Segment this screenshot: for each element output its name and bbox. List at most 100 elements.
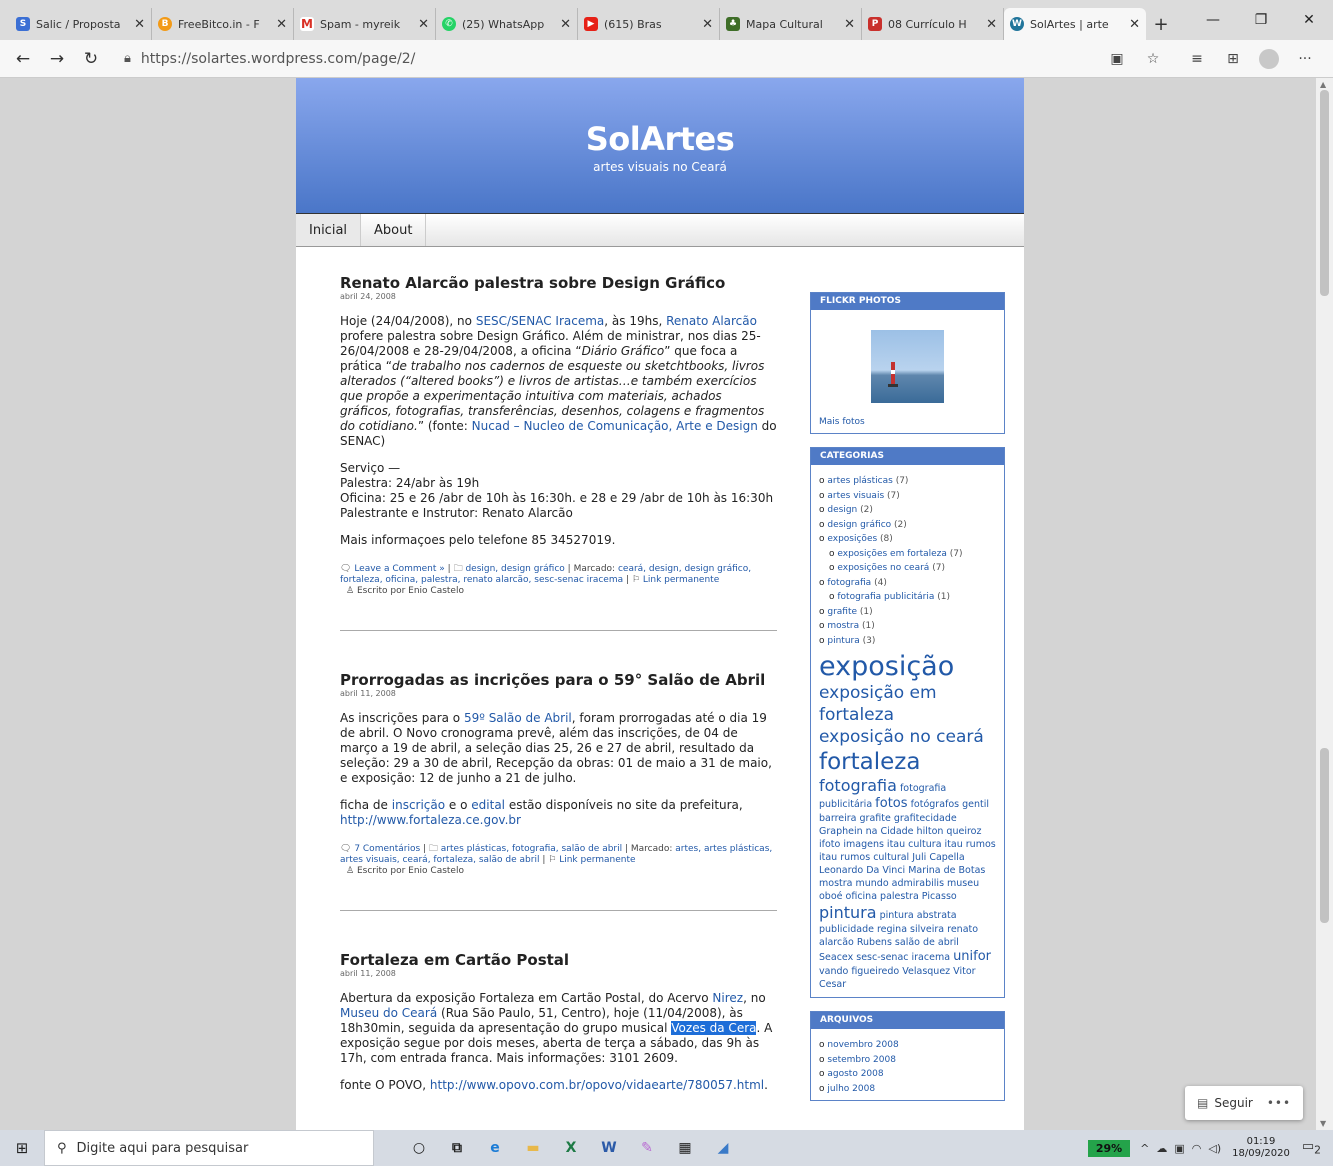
close-icon[interactable]: ✕	[560, 17, 571, 32]
profile-avatar[interactable]	[1251, 42, 1287, 76]
permalink-link[interactable]: Link permanente	[559, 855, 635, 865]
link-edital[interactable]: edital	[471, 798, 505, 812]
tab-freebitco[interactable]: B FreeBitco.in - F ✕	[152, 8, 294, 40]
tag-link[interactable]: pintura	[819, 903, 877, 922]
file-explorer-icon[interactable]: ▬	[514, 1130, 552, 1166]
categories-link[interactable]: artes plásticas, fotografia, salão de ab…	[441, 844, 622, 854]
read-aloud-icon[interactable]: ▣	[1099, 42, 1135, 76]
scroll-up-icon[interactable]: ▲	[1320, 80, 1326, 89]
notifications-icon[interactable]: ▭2	[1302, 1139, 1321, 1157]
close-icon[interactable]: ✕	[702, 17, 713, 32]
back-icon[interactable]: ←	[6, 42, 40, 76]
categories-link[interactable]: design, design gráfico	[465, 564, 564, 574]
link-nucad[interactable]: Nucad – Nucleo de Comunicação, Arte e De…	[472, 419, 758, 433]
comments-link[interactable]: 7 Comentários	[354, 844, 420, 854]
show-hidden-icons-icon[interactable]: ^	[1140, 1142, 1149, 1155]
link-salao-de-abril[interactable]: 59º Salão de Abril	[464, 711, 572, 725]
menu-item-about[interactable]: About	[361, 214, 427, 246]
more-menu-icon[interactable]: ···	[1287, 42, 1323, 76]
wifi-icon[interactable]: ◠	[1192, 1142, 1202, 1155]
tab-solartes[interactable]: W SolArtes | arte ✕	[1004, 8, 1146, 40]
app-icon[interactable]: ◢	[704, 1130, 742, 1166]
close-icon[interactable]: ✕	[276, 17, 287, 32]
vertical-scrollbar[interactable]: ▲ ▼	[1316, 78, 1333, 1130]
link-museu-do-ceara[interactable]: Museu do Ceará	[340, 1006, 437, 1020]
restore-icon[interactable]: ❐	[1237, 0, 1285, 40]
post-title[interactable]: Prorrogadas as incrições para o 59° Salã…	[340, 671, 777, 689]
close-icon[interactable]: ✕	[134, 17, 145, 32]
list-item: o exposições (8)	[819, 534, 893, 544]
link-inscricao[interactable]: inscrição	[392, 798, 445, 812]
refresh-icon[interactable]: ↻	[74, 42, 108, 76]
network-icon[interactable]: ▣	[1174, 1142, 1184, 1155]
tab-gmail[interactable]: M Spam - myreik ✕	[294, 8, 436, 40]
tab-whatsapp[interactable]: ✆ (25) WhatsApp ✕	[436, 8, 578, 40]
cortana-icon[interactable]: ○	[400, 1130, 438, 1166]
close-icon[interactable]: ✕	[844, 17, 855, 32]
selected-text[interactable]: Vozes da Cera	[671, 1021, 757, 1035]
window-close-icon[interactable]: ✕	[1285, 0, 1333, 40]
forward-icon[interactable]: →	[40, 42, 74, 76]
tag-link[interactable]: fotos	[875, 796, 907, 811]
post-title[interactable]: Renato Alarcão palestra sobre Design Grá…	[340, 274, 777, 292]
post-paragraph: fonte O POVO, http://www.opovo.com.br/op…	[340, 1078, 768, 1092]
favorites-list-icon[interactable]: ≡	[1179, 42, 1215, 76]
post-paragraph: Abertura da exposição Fortaleza em Cartã…	[340, 991, 773, 1065]
tab-youtube[interactable]: ▶ (615) Bras ✕	[578, 8, 720, 40]
link-sesc-senac[interactable]: SESC/SENAC Iracema	[476, 314, 604, 328]
task-view-icon[interactable]: ⧉	[438, 1130, 476, 1166]
favorite-star-icon[interactable]: ☆	[1135, 42, 1171, 76]
new-tab-button[interactable]: +	[1146, 8, 1176, 40]
mais-fotos-link[interactable]: Mais fotos	[819, 417, 996, 427]
link-nirez[interactable]: Nirez	[712, 991, 743, 1005]
link-renato-alarcao[interactable]: Renato Alarcão	[666, 314, 757, 328]
scrollbar-thumb[interactable]	[1320, 90, 1329, 296]
calculator-icon[interactable]: ▦	[666, 1130, 704, 1166]
tag-link[interactable]: unifor	[953, 949, 991, 964]
scroll-down-icon[interactable]: ▼	[1320, 1119, 1326, 1128]
cloud-icon[interactable]: ☁	[1156, 1142, 1167, 1155]
tab-curriculo[interactable]: P 08 Currículo H ✕	[862, 8, 1004, 40]
taskbar-search-input[interactable]: ⚲ Digite aqui para pesquisar	[44, 1130, 374, 1166]
paint-icon[interactable]: ✎	[628, 1130, 666, 1166]
comments-link[interactable]: Leave a Comment »	[354, 564, 444, 574]
menu-item-inicial[interactable]: Inicial	[296, 214, 362, 246]
link-prefeitura[interactable]: http://www.fortaleza.ce.gov.br	[340, 813, 521, 827]
url-field[interactable]: 🔒︎ https://solartes.wordpress.com/page/2/	[124, 51, 1099, 67]
windows-start-icon[interactable]: ⊞	[0, 1130, 44, 1166]
minimize-icon[interactable]: —	[1189, 0, 1237, 40]
close-icon[interactable]: ✕	[1129, 17, 1140, 32]
follow-button[interactable]: ▤ Seguir •••	[1185, 1086, 1303, 1120]
battery-indicator[interactable]: 29%	[1087, 1139, 1131, 1157]
post-servico: Serviço — Palestra: 24/abr às 19h Oficina:…	[340, 461, 774, 520]
list-item: o exposições em fortaleza (7)	[829, 548, 963, 559]
close-icon[interactable]: ✕	[418, 17, 429, 32]
sidebar: FLICKR PHOTOS Mais fotos CATEGORIAS o ar…	[810, 292, 1005, 1114]
tag-link[interactable]: exposição	[819, 651, 954, 682]
scrollbar-thumb[interactable]	[1320, 748, 1329, 923]
post-title[interactable]: Fortaleza em Cartão Postal	[340, 951, 777, 969]
comment-icon: 🗨︎	[340, 564, 352, 574]
tag-link[interactable]: fortaleza	[819, 749, 920, 775]
link-opovo[interactable]: http://www.opovo.com.br/opovo/vidaearte/…	[430, 1078, 764, 1092]
excel-icon[interactable]: X	[552, 1130, 590, 1166]
collections-icon[interactable]: ⊞	[1215, 42, 1251, 76]
site-title[interactable]: SolArtes	[296, 120, 1024, 158]
more-options-icon[interactable]: •••	[1267, 1096, 1291, 1110]
list-item: o setembro 2008	[819, 1054, 896, 1065]
site-header: SolArtes artes visuais no Ceará	[296, 78, 1024, 213]
clock[interactable]: 01:19 18/09/2020	[1232, 1136, 1290, 1160]
close-icon[interactable]: ✕	[986, 17, 997, 32]
tag-link[interactable]: vando figueiredo Velasquez Vitor Cesar	[819, 966, 976, 990]
tag-link[interactable]: exposição no ceará	[819, 727, 984, 747]
tab-mapa-cultural[interactable]: ♣ Mapa Cultural ✕	[720, 8, 862, 40]
tag-link[interactable]: exposição em fortaleza	[819, 683, 937, 725]
edge-icon[interactable]: e	[476, 1130, 514, 1166]
flickr-photo[interactable]	[871, 330, 944, 403]
volume-icon[interactable]: ◁)	[1208, 1142, 1221, 1155]
permalink-link[interactable]: Link permanente	[643, 575, 719, 585]
tab-salic[interactable]: S Salic / Proposta ✕	[10, 8, 152, 40]
tag-link[interactable]: fotografia	[819, 776, 897, 795]
tag-link[interactable]: fotógrafos gentil barreira grafite grafi…	[819, 799, 996, 902]
word-icon[interactable]: W	[590, 1130, 628, 1166]
